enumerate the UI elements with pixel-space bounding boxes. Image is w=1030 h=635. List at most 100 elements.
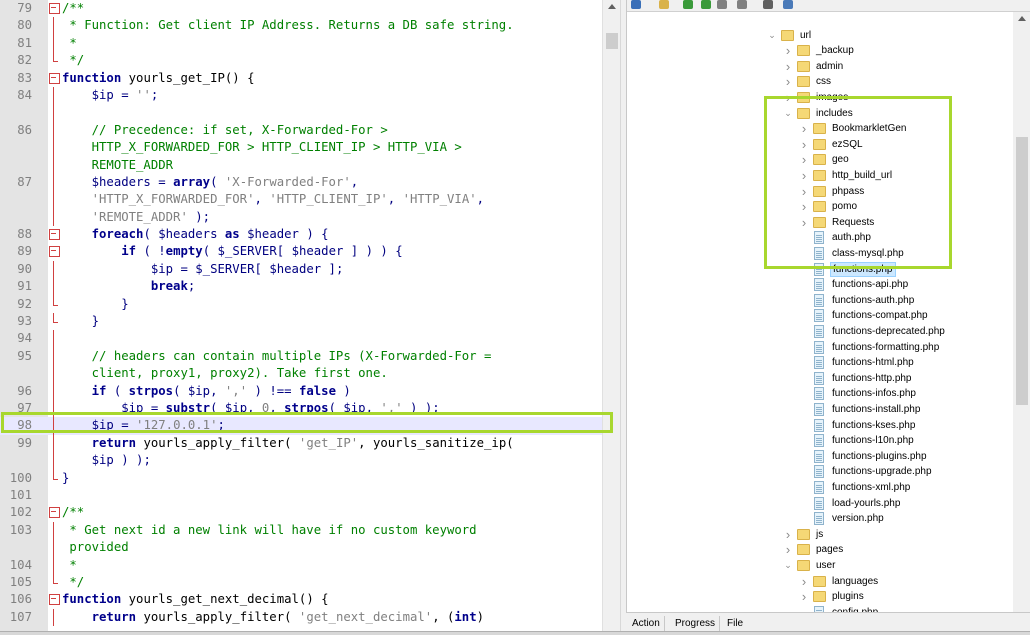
code-line[interactable]: 95 // headers can contain multiple IPs (… xyxy=(0,347,602,366)
code-line[interactable]: 'REMOTE_ADDR' ); xyxy=(0,208,602,227)
chevron-right-icon[interactable]: › xyxy=(783,74,793,90)
fold-guide xyxy=(49,104,59,123)
code-text: HTTP_X_FORWARDED_FOR > HTTP_CLIENT_IP > … xyxy=(62,139,462,156)
folder-icon[interactable] xyxy=(659,0,669,9)
tree-item-label: functions-html.php xyxy=(832,357,914,369)
folder-icon xyxy=(797,528,810,540)
tab-file[interactable]: File xyxy=(723,616,747,631)
code-token: $_SERVER xyxy=(217,244,277,259)
php-file-icon xyxy=(814,371,824,385)
code-line[interactable]: HTTP_X_FORWARDED_FOR > HTTP_CLIENT_IP > … xyxy=(0,139,602,157)
chevron-right-icon[interactable]: › xyxy=(799,574,809,590)
chevron-right-icon[interactable]: › xyxy=(799,589,809,605)
line-number: 82 xyxy=(17,53,32,68)
line-number: 101 xyxy=(9,487,32,502)
download-icon[interactable] xyxy=(683,0,693,9)
code-line[interactable]: 96 if ( strpos( $ip, ',' ) !== false ) xyxy=(0,382,602,401)
tab-action[interactable]: Action xyxy=(628,616,665,631)
stop-icon[interactable] xyxy=(737,0,747,9)
sync-icon[interactable] xyxy=(631,0,641,9)
chevron-right-icon[interactable]: › xyxy=(783,43,793,59)
fold-toggle-icon[interactable] xyxy=(49,504,60,521)
code-line[interactable]: 107 return yourls_apply_filter( 'get_nex… xyxy=(0,608,602,627)
fold-toggle-icon[interactable] xyxy=(49,70,60,87)
editor-scroll-thumb[interactable] xyxy=(606,33,618,49)
chevron-down-icon[interactable]: ⌄ xyxy=(767,28,777,44)
code-line[interactable]: 104 * xyxy=(0,556,602,575)
fold-toggle-icon[interactable] xyxy=(49,243,60,260)
code-line[interactable]: 88 foreach( $headers as $header ) { xyxy=(0,226,602,243)
fold-toggle-icon[interactable] xyxy=(49,0,60,17)
scroll-up-arrow-icon[interactable] xyxy=(1018,16,1026,21)
code-line[interactable]: 81 * xyxy=(0,34,602,53)
code-line[interactable]: 94 xyxy=(0,330,602,349)
code-line[interactable]: 'HTTP_X_FORWARDED_FOR', 'HTTP_CLIENT_IP'… xyxy=(0,191,602,210)
code-line[interactable]: 83 function yourls_get_IP() { xyxy=(0,70,602,87)
code-line[interactable]: provided xyxy=(0,539,602,557)
settings-icon[interactable] xyxy=(717,0,727,9)
code-line[interactable]: 92 } xyxy=(0,295,602,313)
code-token: ); xyxy=(187,209,211,224)
folder-icon xyxy=(797,60,810,72)
code-line[interactable]: 80 * Function: Get client IP Address. Re… xyxy=(0,17,602,36)
code-line[interactable]: 102 /** xyxy=(0,504,602,521)
code-line[interactable]: 103 * Get next id a new link will have i… xyxy=(0,521,602,540)
tree-scroll-thumb[interactable] xyxy=(1016,137,1028,405)
code-line[interactable]: 93 } xyxy=(0,313,602,330)
list-icon[interactable] xyxy=(783,0,793,9)
code-line[interactable]: $ip ) ); xyxy=(0,452,602,470)
code-line[interactable]: 84 $ip = ''; xyxy=(0,86,602,105)
code-line[interactable]: 89 if ( !empty( $_SERVER[ $header ] ) ) … xyxy=(0,243,602,260)
code-line[interactable]: 87 $headers = array( 'X-Forwarded-For', xyxy=(0,173,602,192)
code-line[interactable]: 91 break; xyxy=(0,278,602,297)
code-line[interactable]: 99 return yourls_apply_filter( 'get_IP',… xyxy=(0,434,602,453)
code-line[interactable]: 100} xyxy=(0,469,602,487)
tree-vertical-scrollbar[interactable] xyxy=(1013,12,1030,612)
editor-vertical-scrollbar[interactable] xyxy=(602,0,620,635)
php-file-icon xyxy=(814,309,824,323)
code-token: ( xyxy=(106,383,129,398)
code-line[interactable]: 106 function yourls_get_next_decimal() { xyxy=(0,591,602,608)
code-token: client, proxy1, proxy2). Take first one. xyxy=(62,366,388,381)
fold-guide xyxy=(49,278,59,297)
code-line[interactable]: 86 // Precedence: if set, X-Forwarded-Fo… xyxy=(0,121,602,140)
code-line[interactable]: 82 */ xyxy=(0,52,602,69)
tab-progress[interactable]: Progress xyxy=(671,616,721,631)
tree-item-label: load-yourls.php xyxy=(832,497,901,509)
chevron-down-icon[interactable]: ⌄ xyxy=(783,558,793,574)
code-token: , xyxy=(476,192,485,207)
code-editor[interactable]: 79 /** 80 * Function: Get client IP Addres… xyxy=(0,0,620,635)
code-line[interactable]: REMOTE_ADDR xyxy=(0,156,602,175)
chevron-right-icon[interactable]: › xyxy=(783,527,793,543)
line-number: 91 xyxy=(17,279,32,294)
line-98-highlight-annotation xyxy=(1,412,613,433)
fold-toggle-icon[interactable] xyxy=(49,591,60,608)
fold-guide xyxy=(49,382,59,401)
tree-item-label: functions-upgrade.php xyxy=(832,466,932,478)
tree-item-label: url xyxy=(800,29,812,41)
code-token: $ip xyxy=(62,261,174,276)
fold-guide xyxy=(49,469,59,487)
code-token: , xyxy=(350,174,359,189)
code-line[interactable]: 105 */ xyxy=(0,573,602,591)
code-text: 'HTTP_X_FORWARDED_FOR', 'HTTP_CLIENT_IP'… xyxy=(62,191,484,208)
code-token: function xyxy=(62,592,122,607)
fold-toggle-icon[interactable] xyxy=(49,226,60,243)
code-line[interactable]: client, proxy1, proxy2). Take first one. xyxy=(0,365,602,383)
upload-icon[interactable] xyxy=(701,0,711,9)
code-line[interactable]: 79 /** xyxy=(0,0,602,17)
line-number: 81 xyxy=(17,35,32,50)
code-token: ; xyxy=(187,279,196,294)
code-line[interactable] xyxy=(0,104,602,123)
gear-icon[interactable] xyxy=(763,0,773,9)
code-line[interactable]: 101 xyxy=(0,487,602,504)
php-file-icon xyxy=(814,402,824,416)
tree-item-label: js xyxy=(816,528,824,540)
chevron-right-icon[interactable]: › xyxy=(783,59,793,75)
scroll-up-arrow-icon[interactable] xyxy=(608,4,616,9)
line-number: 87 xyxy=(17,174,32,189)
chevron-right-icon[interactable]: › xyxy=(783,542,793,558)
code-line[interactable]: 90 $ip = $_SERVER[ $header ]; xyxy=(0,260,602,279)
